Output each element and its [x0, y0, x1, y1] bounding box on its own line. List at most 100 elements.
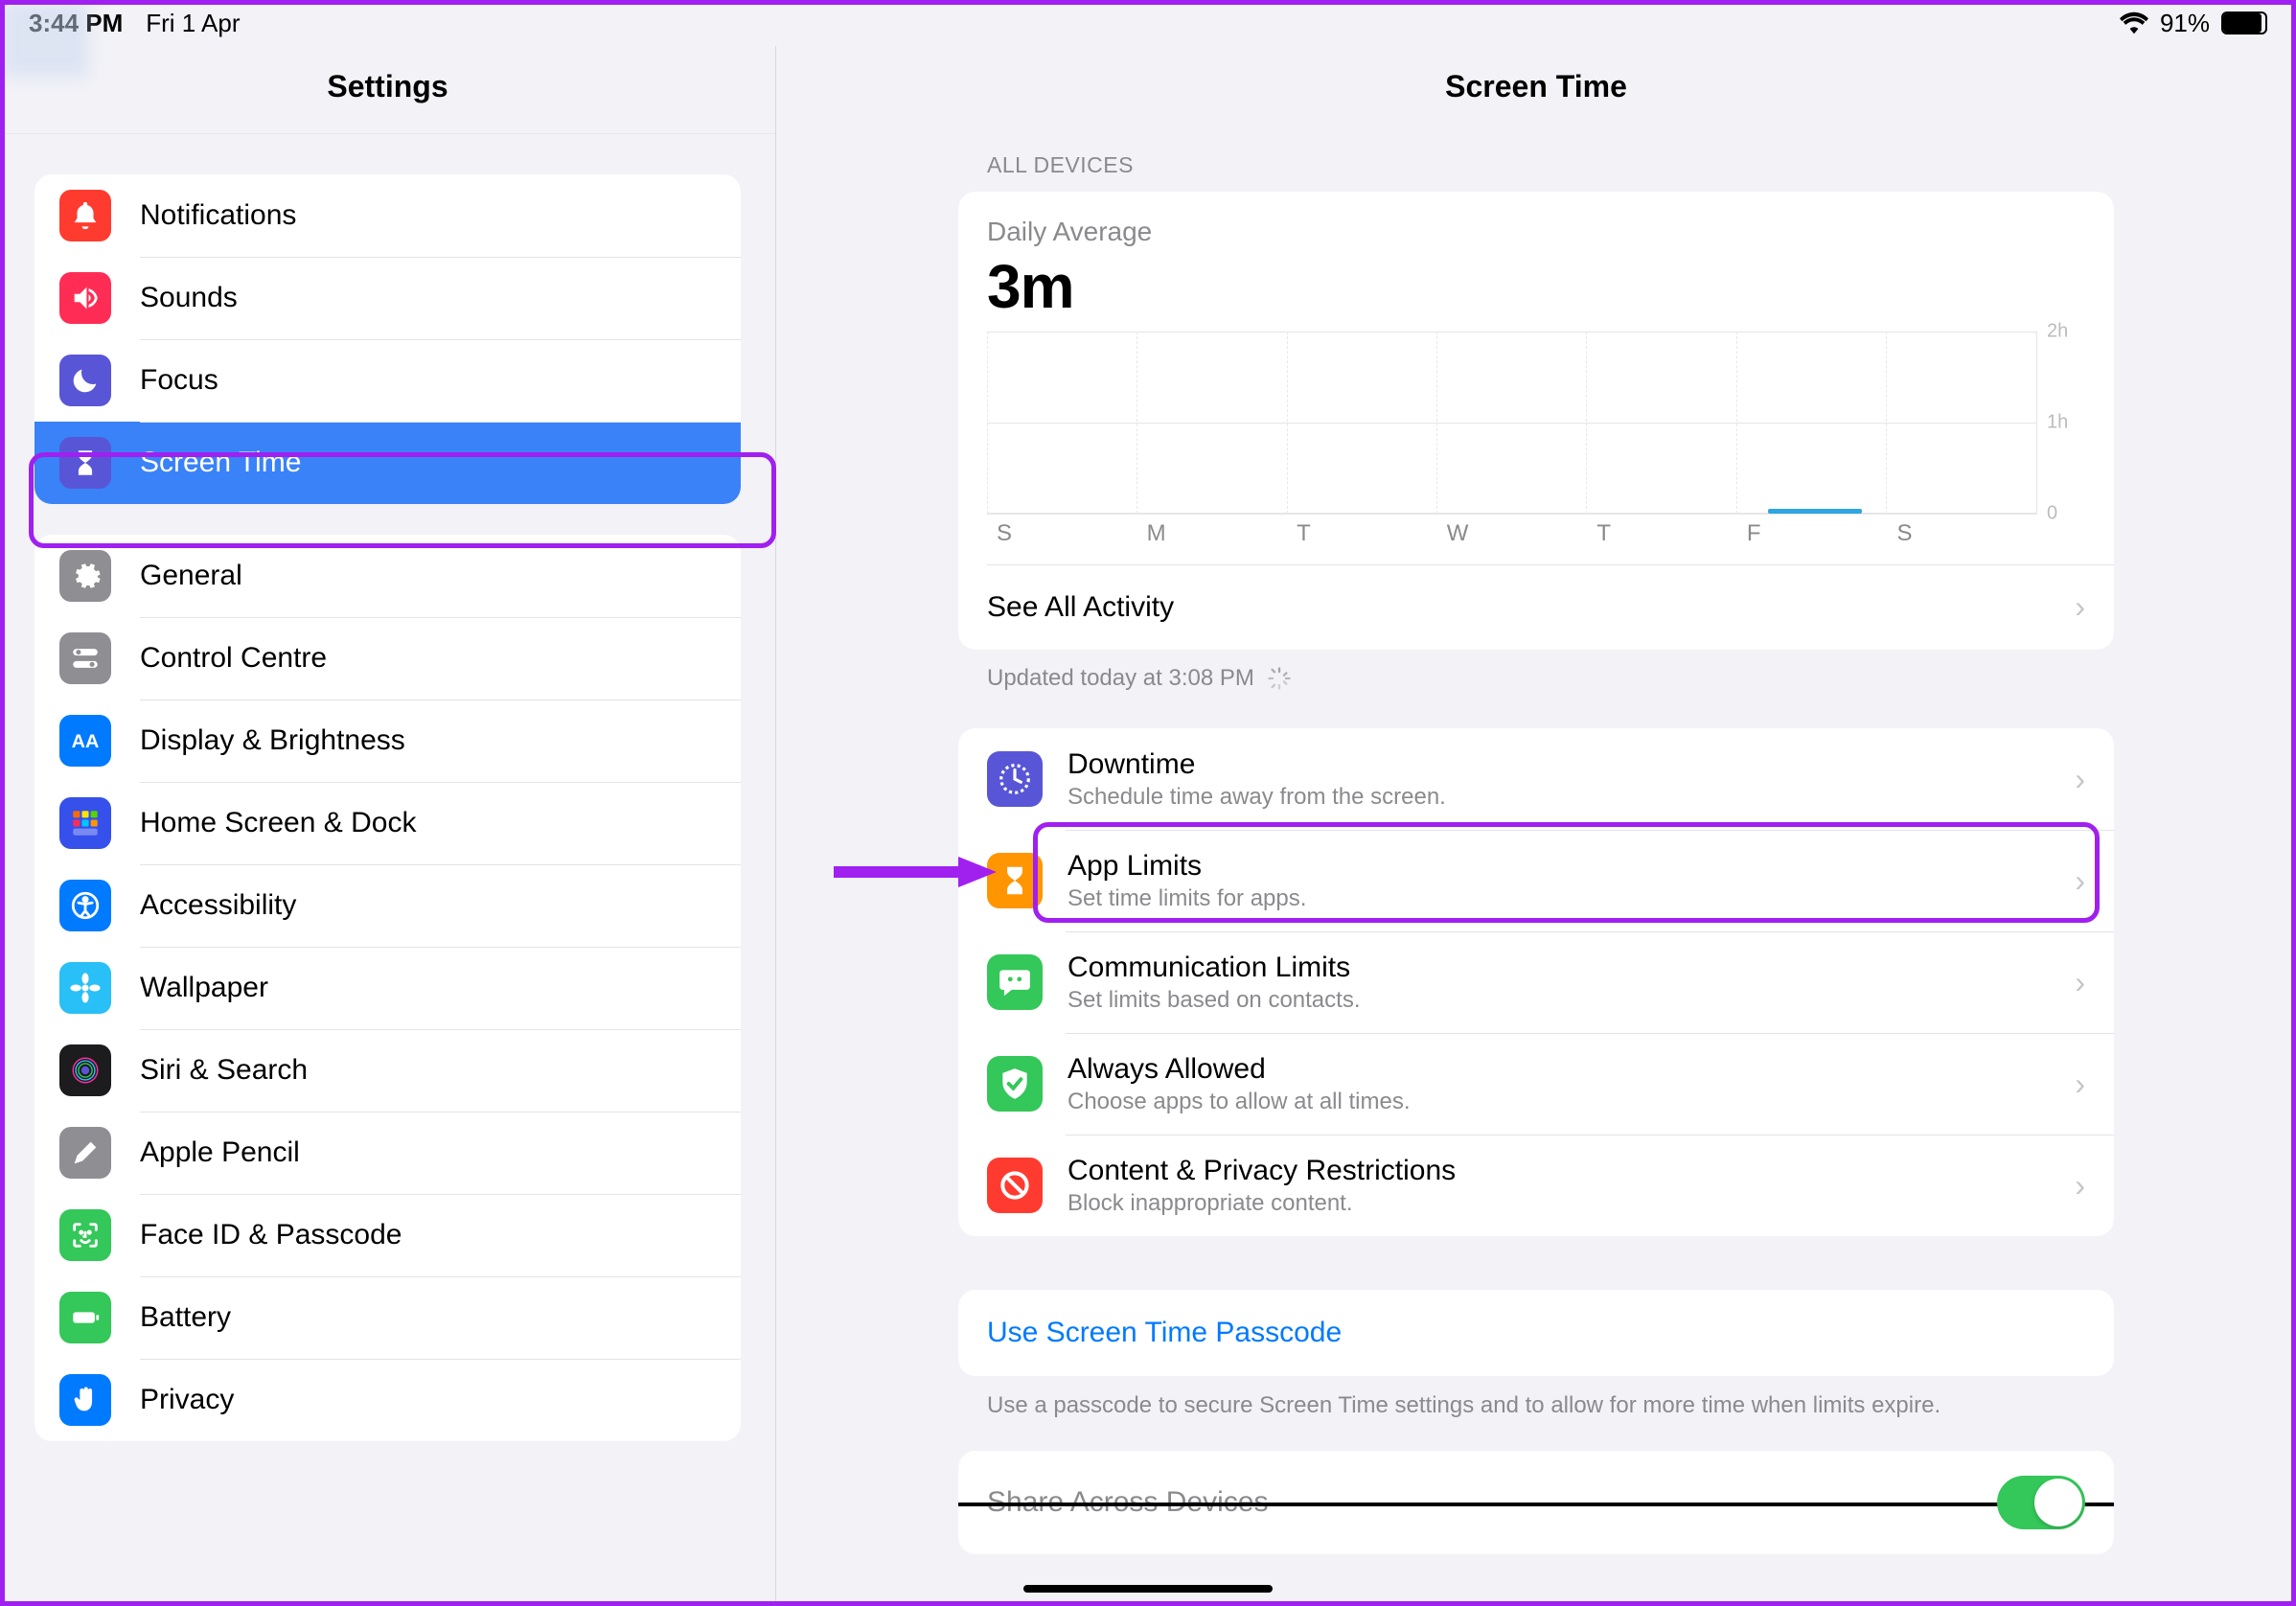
home-indicator: [1023, 1585, 1273, 1593]
feature-row-app-limits[interactable]: App LimitsSet time limits for apps.›: [958, 830, 2114, 931]
daily-average-value: 3m: [987, 251, 2085, 322]
sidebar-item-label: Wallpaper: [140, 972, 268, 1004]
sidebar-item-label: Screen Time: [140, 447, 301, 479]
annotation-arrow: [834, 853, 997, 891]
use-passcode-label: Use Screen Time Passcode: [987, 1317, 1342, 1348]
sidebar-item-battery[interactable]: Battery: [34, 1276, 741, 1359]
feature-row-communication-limits[interactable]: Communication LimitsSet limits based on …: [958, 931, 2114, 1033]
nosign-icon: [987, 1158, 1043, 1213]
hand-icon: [59, 1374, 111, 1426]
sidebar-item-label: Home Screen & Dock: [140, 807, 416, 839]
feature-title: Downtime: [1068, 747, 2075, 782]
check-icon: [987, 1056, 1043, 1112]
switches-icon: [59, 632, 111, 684]
bubble-icon: [987, 954, 1043, 1010]
feature-subtitle: Set time limits for apps.: [1068, 885, 2075, 912]
sidebar-item-label: Notifications: [140, 199, 296, 232]
sidebar-section-1: Notifications Sounds Focus Screen Time: [34, 174, 741, 504]
sidebar-item-general[interactable]: General: [34, 535, 741, 617]
section-header-all-devices: ALL DEVICES: [958, 133, 2114, 192]
sidebar-section-2: General Control Centre AA Display & Brig…: [34, 535, 741, 1441]
use-passcode-row[interactable]: Use Screen Time Passcode: [958, 1290, 2114, 1376]
settings-sidebar: Settings Notifications Sounds Focus: [0, 46, 776, 1606]
chevron-right-icon: ›: [2075, 589, 2085, 625]
share-across-devices-row[interactable]: Share Across Devices: [958, 1451, 2114, 1554]
sidebar-item-focus[interactable]: Focus: [34, 339, 741, 422]
main-panel: Screen Time ALL DEVICES Daily Average 3m: [776, 46, 2296, 1606]
sidebar-item-label: Privacy: [140, 1384, 234, 1416]
wifi-icon: [2120, 11, 2148, 34]
feature-subtitle: Set limits based on contacts.: [1068, 987, 2075, 1014]
passcode-caption: Use a passcode to secure Screen Time set…: [958, 1376, 2114, 1451]
share-label: Share Across Devices: [987, 1486, 1997, 1519]
chart-bar-F: [1768, 509, 1863, 514]
sidebar-title: Settings: [0, 46, 775, 134]
sidebar-item-label: Control Centre: [140, 642, 327, 675]
feature-subtitle: Schedule time away from the screen.: [1068, 784, 2075, 811]
sidebar-item-label: Focus: [140, 364, 218, 397]
sidebar-item-label: General: [140, 560, 242, 592]
sidebar-item-face-id[interactable]: Face ID & Passcode: [34, 1194, 741, 1276]
flower-icon: [59, 962, 111, 1014]
sidebar-item-wallpaper[interactable]: Wallpaper: [34, 947, 741, 1029]
sidebar-item-label: Display & Brightness: [140, 724, 405, 757]
chevron-right-icon: ›: [2075, 965, 2085, 1000]
faceid-icon: [59, 1209, 111, 1261]
spinner-icon: [1266, 665, 1293, 692]
pencil-icon: [59, 1127, 111, 1179]
battery-icon: [2221, 11, 2267, 34]
battery-percent: 91%: [2160, 9, 2210, 38]
chevron-right-icon: ›: [2075, 762, 2085, 797]
feature-title: Communication Limits: [1068, 951, 2075, 985]
hourglass-icon: [59, 437, 111, 489]
features-card: DowntimeSchedule time away from the scre…: [958, 728, 2114, 1236]
sidebar-item-label: Battery: [140, 1301, 231, 1334]
sidebar-item-apple-pencil[interactable]: Apple Pencil: [34, 1112, 741, 1194]
person-icon: [59, 880, 111, 931]
sidebar-item-label: Sounds: [140, 282, 238, 314]
sidebar-item-label: Face ID & Passcode: [140, 1219, 402, 1251]
sidebar-item-screen-time[interactable]: Screen Time: [34, 422, 741, 504]
grid-icon: [59, 797, 111, 849]
share-toggle[interactable]: [1997, 1476, 2085, 1529]
sidebar-item-display[interactable]: AA Display & Brightness: [34, 700, 741, 782]
sidebar-item-siri[interactable]: Siri & Search: [34, 1029, 741, 1112]
moon-icon: [59, 355, 111, 406]
sidebar-item-privacy[interactable]: Privacy: [34, 1359, 741, 1441]
svg-text:AA: AA: [72, 731, 100, 752]
sidebar-item-accessibility[interactable]: Accessibility: [34, 864, 741, 947]
sidebar-item-sounds[interactable]: Sounds: [34, 257, 741, 339]
updated-text: Updated today at 3:08 PM: [958, 650, 2114, 692]
aa-icon: AA: [59, 715, 111, 767]
usage-card: Daily Average 3m 2h: [958, 192, 2114, 650]
feature-subtitle: Block inappropriate content.: [1068, 1190, 2075, 1217]
sidebar-item-label: Apple Pencil: [140, 1136, 300, 1169]
feature-row-downtime[interactable]: DowntimeSchedule time away from the scre…: [958, 728, 2114, 830]
sidebar-item-label: Accessibility: [140, 889, 296, 922]
status-date: Fri 1 Apr: [146, 9, 240, 38]
daily-average-label: Daily Average: [987, 217, 2085, 247]
feature-row-content-privacy-restrictions[interactable]: Content & Privacy RestrictionsBlock inap…: [958, 1135, 2114, 1236]
feature-subtitle: Choose apps to allow at all times.: [1068, 1089, 2075, 1115]
share-card: Share Across Devices: [958, 1451, 2114, 1554]
gear-icon: [59, 550, 111, 602]
sidebar-item-label: Siri & Search: [140, 1054, 308, 1087]
feature-title: Content & Privacy Restrictions: [1068, 1154, 2075, 1188]
speaker-icon: [59, 272, 111, 324]
see-all-activity-row[interactable]: See All Activity ›: [958, 564, 2114, 650]
main-title: Screen Time: [776, 46, 2296, 133]
chevron-right-icon: ›: [2075, 863, 2085, 899]
feature-row-always-allowed[interactable]: Always AllowedChoose apps to allow at al…: [958, 1033, 2114, 1135]
battery-icon: [59, 1292, 111, 1343]
sidebar-item-notifications[interactable]: Notifications: [34, 174, 741, 257]
feature-title: App Limits: [1068, 849, 2075, 883]
status-bar: 3:44 PM Fri 1 Apr 91%: [0, 0, 2296, 46]
usage-chart: 2h 1h 0 SMTWTFS: [958, 332, 2114, 564]
chevron-right-icon: ›: [2075, 1168, 2085, 1204]
sidebar-item-control-centre[interactable]: Control Centre: [34, 617, 741, 700]
chevron-right-icon: ›: [2075, 1067, 2085, 1102]
see-all-activity-label: See All Activity: [987, 591, 2075, 624]
siri-icon: [59, 1044, 111, 1096]
bell-icon: [59, 190, 111, 241]
sidebar-item-home-screen[interactable]: Home Screen & Dock: [34, 782, 741, 864]
